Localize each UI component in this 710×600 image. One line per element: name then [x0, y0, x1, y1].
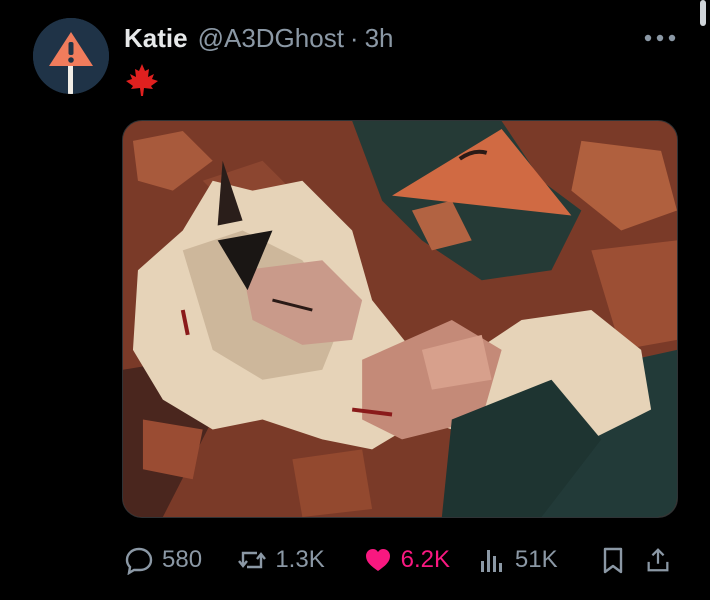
views-button[interactable]: 51K	[477, 545, 590, 575]
post-header: Katie @A3DGhost · 3h	[124, 22, 394, 54]
more-button[interactable]	[640, 28, 680, 48]
author-name[interactable]: Katie	[124, 23, 188, 54]
views-icon	[477, 545, 507, 575]
like-button[interactable]: 6.2K	[363, 545, 477, 575]
repost-count: 1.3K	[275, 546, 324, 574]
author-handle[interactable]: @A3DGhost	[198, 23, 344, 54]
timestamp[interactable]: 3h	[365, 23, 394, 54]
heart-icon	[363, 545, 393, 575]
post-text	[124, 62, 160, 98]
repost-button[interactable]: 1.3K	[237, 545, 362, 575]
maple-leaf-icon	[124, 62, 160, 98]
reply-button[interactable]: 580	[124, 545, 237, 575]
views-count: 51K	[515, 546, 558, 574]
share-icon	[644, 545, 672, 575]
share-button[interactable]	[644, 545, 680, 575]
separator-dot: ·	[350, 23, 359, 54]
reply-icon	[124, 545, 154, 575]
scrollbar-thumb[interactable]	[700, 0, 706, 26]
post-actions: 580 1.3K 6.2K 51K	[124, 538, 680, 582]
more-dots-icon	[643, 33, 677, 43]
bookmark-button[interactable]	[598, 545, 644, 575]
bookmark-icon	[598, 545, 628, 575]
repost-icon	[237, 545, 267, 575]
like-count: 6.2K	[401, 546, 450, 574]
reply-count: 580	[162, 546, 202, 574]
avatar[interactable]	[33, 18, 109, 94]
post-media-image[interactable]	[122, 120, 678, 518]
artwork-illustration	[123, 121, 677, 517]
warning-sign-avatar	[33, 18, 109, 94]
